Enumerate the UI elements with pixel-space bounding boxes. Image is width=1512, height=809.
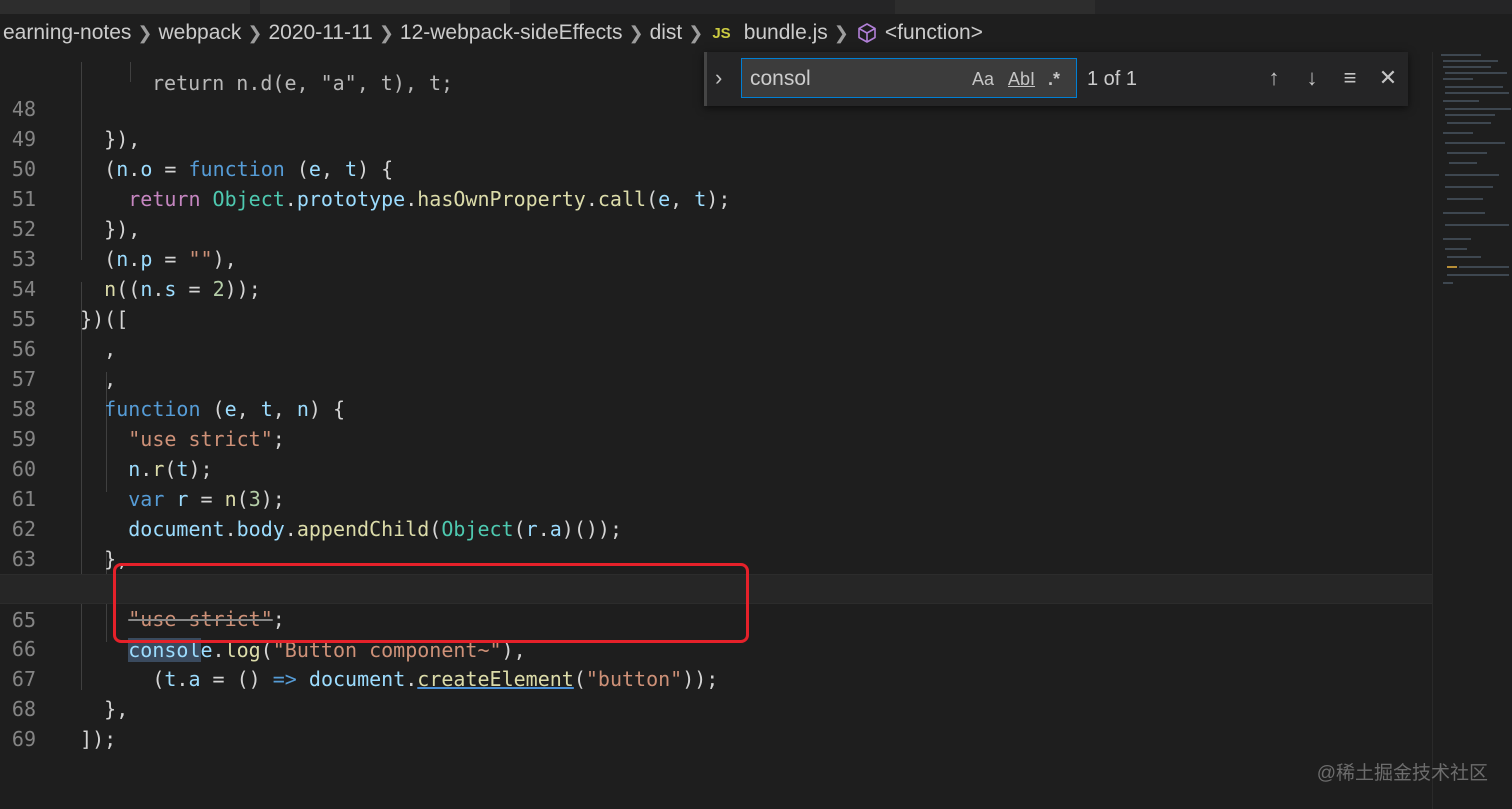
match-count: 1 of 1 (1087, 68, 1138, 90)
code-line: 56 , (0, 304, 1432, 391)
code-line: 52 (n.p = ""), (0, 184, 1432, 271)
breadcrumb-symbol[interactable]: <function> (882, 21, 986, 45)
tab-left[interactable] (0, 0, 250, 14)
minimap-line (1445, 86, 1503, 88)
tab-strip (0, 0, 1512, 14)
minimap-line (1447, 274, 1509, 276)
toggle-replace-chevron-icon[interactable]: › (715, 66, 735, 92)
tab-right[interactable] (895, 0, 1095, 14)
code-line: 60 var r = n(3); (0, 424, 1432, 511)
minimap-line (1441, 54, 1481, 56)
chevron-right-icon: ❯ (688, 22, 704, 43)
code-line: 58 "use strict"; (0, 364, 1432, 451)
breadcrumb: earning-notes ❯ webpack ❯ 2020-11-11 ❯ 1… (0, 14, 1512, 52)
breadcrumb-folder-sideeffects[interactable]: 12-webpack-sideEffects (397, 21, 626, 45)
minimap-line (1447, 122, 1491, 124)
minimap-line (1445, 92, 1509, 94)
minimap-line (1445, 224, 1509, 226)
previous-match-icon[interactable]: ↑ (1260, 64, 1288, 92)
chevron-right-icon: ❯ (247, 22, 263, 43)
code-editor[interactable]: return n.d(e, "a", t), t; 48 }), 49 (n.o… (0, 62, 1432, 809)
minimap-line (1445, 142, 1505, 144)
close-icon[interactable]: ✕ (1374, 64, 1402, 92)
minimap-line (1443, 66, 1491, 68)
minimap-line (1443, 282, 1453, 284)
code-line: 61 document.body.appendChild(Object(r.a)… (0, 454, 1432, 541)
breadcrumb-file[interactable]: bundle.js (741, 21, 831, 45)
code-line: 50 return Object.prototype.hasOwnPropert… (0, 124, 1432, 211)
find-widget: › Aa AbI .* 1 of 1 ↑ ↓ ≡ ✕ (704, 52, 1408, 106)
chevron-right-icon: ❯ (833, 22, 849, 43)
breadcrumb-folder-dist[interactable]: dist (647, 21, 686, 45)
code-line: 59 n.r(t); (0, 394, 1432, 481)
minimap-line (1445, 174, 1499, 176)
minimap-line (1443, 100, 1479, 102)
minimap-line (1445, 114, 1495, 116)
find-in-selection-icon[interactable]: ≡ (1336, 64, 1364, 92)
tab-middle[interactable] (260, 0, 510, 14)
minimap-line (1443, 78, 1473, 80)
line-number: 69 (11, 727, 36, 751)
code-line: 51 }), (0, 154, 1432, 241)
minimap-line (1445, 186, 1493, 188)
minimap-line (1443, 132, 1473, 134)
code-line: 69 (0, 694, 1432, 751)
javascript-file-icon: JS (712, 24, 731, 42)
code-line: 54 })([ (0, 244, 1432, 331)
breadcrumb-folder-learning-notes[interactable]: earning-notes (0, 21, 134, 45)
minimap-line (1447, 152, 1487, 154)
code-line: 68 ]); (0, 664, 1432, 751)
match-case-icon[interactable]: Aa (972, 67, 994, 91)
annotation-highlight-box (113, 563, 749, 643)
regex-icon[interactable]: .* (1048, 67, 1060, 91)
minimap-line (1449, 162, 1477, 164)
code-line: 63 function (e, t, n) { (0, 514, 1432, 601)
symbol-cube-icon (852, 22, 882, 44)
code-line: 53 n((n.s = 2)); (0, 214, 1432, 301)
find-input[interactable] (748, 62, 962, 96)
minimap-line (1445, 248, 1467, 250)
find-input-box[interactable]: Aa AbI .* (741, 58, 1077, 98)
minimap-line (1443, 212, 1485, 214)
code-text: ]); (56, 727, 117, 751)
breadcrumb-folder-webpack[interactable]: webpack (156, 21, 245, 45)
minimap-search-match (1447, 266, 1457, 268)
breadcrumb-folder-date[interactable]: 2020-11-11 (266, 21, 376, 45)
minimap-line (1445, 72, 1507, 74)
whole-word-icon[interactable]: AbI (1008, 67, 1035, 91)
minimap-line (1445, 108, 1511, 110)
code-line: 62 }, (0, 484, 1432, 571)
minimap[interactable] (1432, 52, 1512, 809)
next-match-icon[interactable]: ↓ (1298, 64, 1326, 92)
chevron-right-icon: ❯ (378, 22, 394, 43)
code-line: 57 function (e, t, n) { (0, 334, 1432, 421)
minimap-line (1443, 238, 1471, 240)
minimap-line (1459, 266, 1509, 268)
minimap-line (1447, 198, 1483, 200)
watermark: @稀土掘金技术社区 (1316, 763, 1488, 784)
chevron-right-icon: ❯ (137, 22, 153, 43)
chevron-right-icon: ❯ (628, 22, 644, 43)
code-line: 55 , (0, 274, 1432, 361)
minimap-line (1447, 256, 1481, 258)
minimap-line (1443, 60, 1498, 62)
